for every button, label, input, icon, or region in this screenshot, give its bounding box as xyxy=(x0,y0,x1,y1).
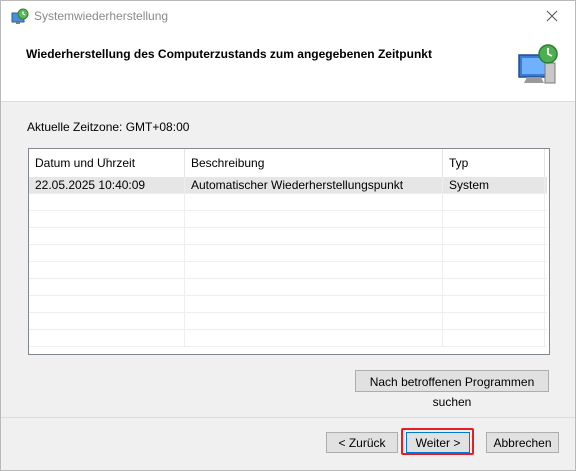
next-button[interactable]: Weiter > xyxy=(406,432,470,453)
empty-row xyxy=(29,313,547,330)
window-title: Systemwiederherstellung xyxy=(34,9,169,23)
cancel-button[interactable]: Abbrechen xyxy=(486,432,559,453)
empty-row xyxy=(29,279,547,296)
column-header-type[interactable]: Typ xyxy=(443,149,545,177)
empty-row xyxy=(29,228,547,245)
wizard-header: Wiederherstellung des Computerzustands z… xyxy=(1,31,575,102)
monitor-restore-icon xyxy=(515,41,563,89)
table-row[interactable]: 22.05.2025 10:40:09 Automatischer Wieder… xyxy=(29,177,547,194)
empty-row xyxy=(29,194,547,211)
timezone-label: Aktuelle Zeitzone: GMT+08:00 xyxy=(27,120,190,134)
empty-row xyxy=(29,330,547,347)
list-header: ⌄ Datum und Uhrzeit Beschreibung Typ xyxy=(29,149,547,177)
footer-divider xyxy=(1,417,575,418)
title-bar: Systemwiederherstellung xyxy=(1,1,575,31)
cell-description: Automatischer Wiederherstellungspunkt xyxy=(185,177,443,193)
cell-datetime: 22.05.2025 10:40:09 xyxy=(29,177,185,193)
column-header-datetime-label: Datum und Uhrzeit xyxy=(35,156,136,170)
column-header-datetime[interactable]: ⌄ Datum und Uhrzeit xyxy=(29,149,185,177)
empty-row xyxy=(29,245,547,262)
system-restore-icon xyxy=(11,8,29,26)
back-button[interactable]: < Zurück xyxy=(326,432,398,453)
sort-chevron-icon: ⌄ xyxy=(103,152,111,162)
system-restore-window: Systemwiederherstellung Wiederherstellun… xyxy=(0,0,576,471)
scan-affected-programs-button[interactable]: Nach betroffenen Programmen suchen xyxy=(355,370,549,409)
column-header-type-label: Typ xyxy=(449,156,469,170)
page-title: Wiederherstellung des Computerzustands z… xyxy=(26,47,432,61)
restore-point-list[interactable]: ⌄ Datum und Uhrzeit Beschreibung Typ 22.… xyxy=(28,148,550,355)
close-button[interactable] xyxy=(529,1,575,31)
column-header-description[interactable]: Beschreibung xyxy=(185,149,443,177)
column-header-description-label: Beschreibung xyxy=(191,156,265,170)
empty-row xyxy=(29,211,547,228)
list-rows: 22.05.2025 10:40:09 Automatischer Wieder… xyxy=(29,177,547,347)
empty-row xyxy=(29,262,547,279)
cell-type: System xyxy=(443,177,545,193)
close-icon xyxy=(546,10,558,22)
empty-row xyxy=(29,296,547,313)
